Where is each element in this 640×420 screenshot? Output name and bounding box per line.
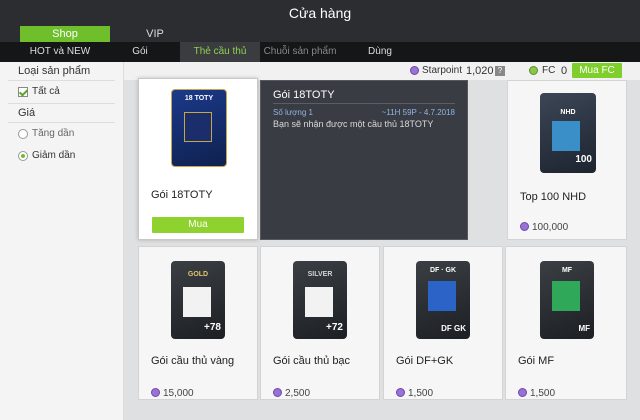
product-name: Top 100 NHD [520, 191, 587, 203]
sort-descending-label: Giảm dần [32, 150, 76, 161]
sort-ascending-label: Tăng dần [32, 128, 75, 139]
starpoint-coin-icon [518, 388, 527, 397]
card-label: 18 TOTY [184, 95, 214, 102]
product-card-18toty[interactable]: 18 TOTY Gói 18TOTY Mua [138, 78, 258, 240]
radio-unchecked-icon [18, 129, 28, 139]
player-card-image: 18 TOTY [171, 89, 227, 167]
card-label: NHD [560, 109, 576, 116]
product-tooltip: Gói 18TOTY Số lượng 1 ~11H 59P - 4.7.201… [260, 80, 468, 240]
product-name: Gói cầu thủ vàng [151, 355, 235, 367]
tooltip-description: Bạn sẽ nhận được một cầu thủ 18TOTY [273, 119, 434, 129]
card-rating: +72 [326, 322, 343, 333]
product-card-mf[interactable]: MF MF Gói MF 1,500 [505, 246, 627, 400]
player-card-image: NHD 100 [540, 93, 596, 173]
starpoint-coin-icon [520, 222, 529, 231]
help-button[interactable]: ? [495, 66, 505, 76]
sort-descending-radio[interactable]: Giảm dần [0, 145, 123, 167]
buy-fc-button[interactable]: Mua FC [572, 63, 622, 78]
divider [273, 103, 455, 104]
tab-packs[interactable]: Gói [100, 42, 180, 62]
product-price: 100,000 [520, 221, 568, 233]
product-price: 1,500 [396, 387, 433, 399]
product-card-top100-nhd[interactable]: NHD 100 Top 100 NHD 100,000 [507, 80, 627, 240]
product-name: Gói DF+GK [396, 355, 454, 367]
tab-hot-new[interactable]: HOT và NEW [20, 42, 100, 62]
filter-sidebar: Loại sản phẩm Tất cả Giá Tăng dần Giảm d… [0, 62, 124, 420]
fc-value: 0 [561, 65, 568, 77]
tooltip-title: Gói 18TOTY [273, 89, 335, 101]
card-label: GOLD [187, 271, 209, 278]
sort-ascending-radio[interactable]: Tăng dần [0, 123, 123, 145]
primary-tabs: Shop VIP [0, 26, 640, 42]
tab-use[interactable]: Dùng [340, 42, 420, 62]
player-card-image: DF · GK DF GK [416, 261, 470, 339]
player-card-image: SILVER +72 [293, 261, 347, 339]
price-value: 1,500 [408, 388, 434, 399]
card-rating: DF GK [441, 324, 466, 333]
price-value: 2,500 [285, 388, 311, 399]
product-price: 2,500 [273, 387, 310, 399]
starpoint-value: 1,020 [466, 65, 494, 77]
jersey-icon [184, 112, 212, 142]
jersey-icon [552, 121, 580, 151]
tooltip-expiry: ~11H 59P - 4.7.2018 [381, 108, 455, 117]
checkbox-checked-icon [18, 87, 28, 97]
category-all-checkbox[interactable]: Tất cả [0, 81, 123, 103]
tab-product-chain[interactable]: Chuỗi sản phẩm [260, 42, 340, 62]
product-name: Gói 18TOTY [151, 189, 213, 201]
tooltip-quantity: Số lượng 1 [273, 108, 313, 117]
product-name: Gói cầu thủ bạc [273, 355, 351, 367]
fc-label: FC [542, 65, 556, 76]
jersey-icon [183, 287, 211, 317]
card-rating: MF [578, 324, 590, 333]
card-label: DF · GK [429, 267, 457, 274]
jersey-icon [428, 281, 456, 311]
secondary-tabs: HOT và NEW Gói Thẻ cầu thủ Chuỗi sản phẩ… [0, 42, 640, 62]
fc-coin-icon [529, 66, 538, 75]
tab-player-cards[interactable]: Thẻ cầu thủ [180, 42, 260, 62]
card-label: MF [561, 267, 573, 274]
starpoint-label: Starpoint [422, 65, 463, 76]
jersey-icon [305, 287, 333, 317]
player-card-image: GOLD +78 [171, 261, 225, 339]
price-heading: Giá [18, 107, 36, 119]
tab-shop[interactable]: Shop [20, 26, 110, 42]
card-label: SILVER [307, 271, 333, 278]
card-rating: +78 [204, 322, 221, 333]
price-value: 100,000 [532, 222, 569, 233]
starpoint-coin-icon [396, 388, 405, 397]
product-card-gold[interactable]: GOLD +78 Gói cầu thủ vàng 15,000 [138, 246, 258, 400]
category-heading: Loại sản phẩm [18, 65, 91, 77]
tab-vip[interactable]: VIP [110, 26, 200, 42]
starpoint-coin-icon [410, 66, 419, 75]
player-card-image: MF MF [540, 261, 594, 339]
window-title: Cửa hàng [0, 0, 640, 26]
radio-checked-icon [18, 151, 28, 161]
price-value: 15,000 [163, 388, 194, 399]
product-card-silver[interactable]: SILVER +72 Gói cầu thủ bạc 2,500 [260, 246, 380, 400]
buy-button[interactable]: Mua [152, 217, 244, 233]
starpoint-coin-icon [273, 388, 282, 397]
product-card-df-gk[interactable]: DF · GK DF GK Gói DF+GK 1,500 [383, 246, 503, 400]
starpoint-coin-icon [151, 388, 160, 397]
jersey-icon [552, 281, 580, 311]
product-price: 1,500 [518, 387, 555, 399]
price-value: 1,500 [530, 388, 556, 399]
product-price: 15,000 [151, 387, 194, 399]
card-rating: 100 [575, 154, 592, 165]
product-name: Gói MF [518, 355, 555, 367]
